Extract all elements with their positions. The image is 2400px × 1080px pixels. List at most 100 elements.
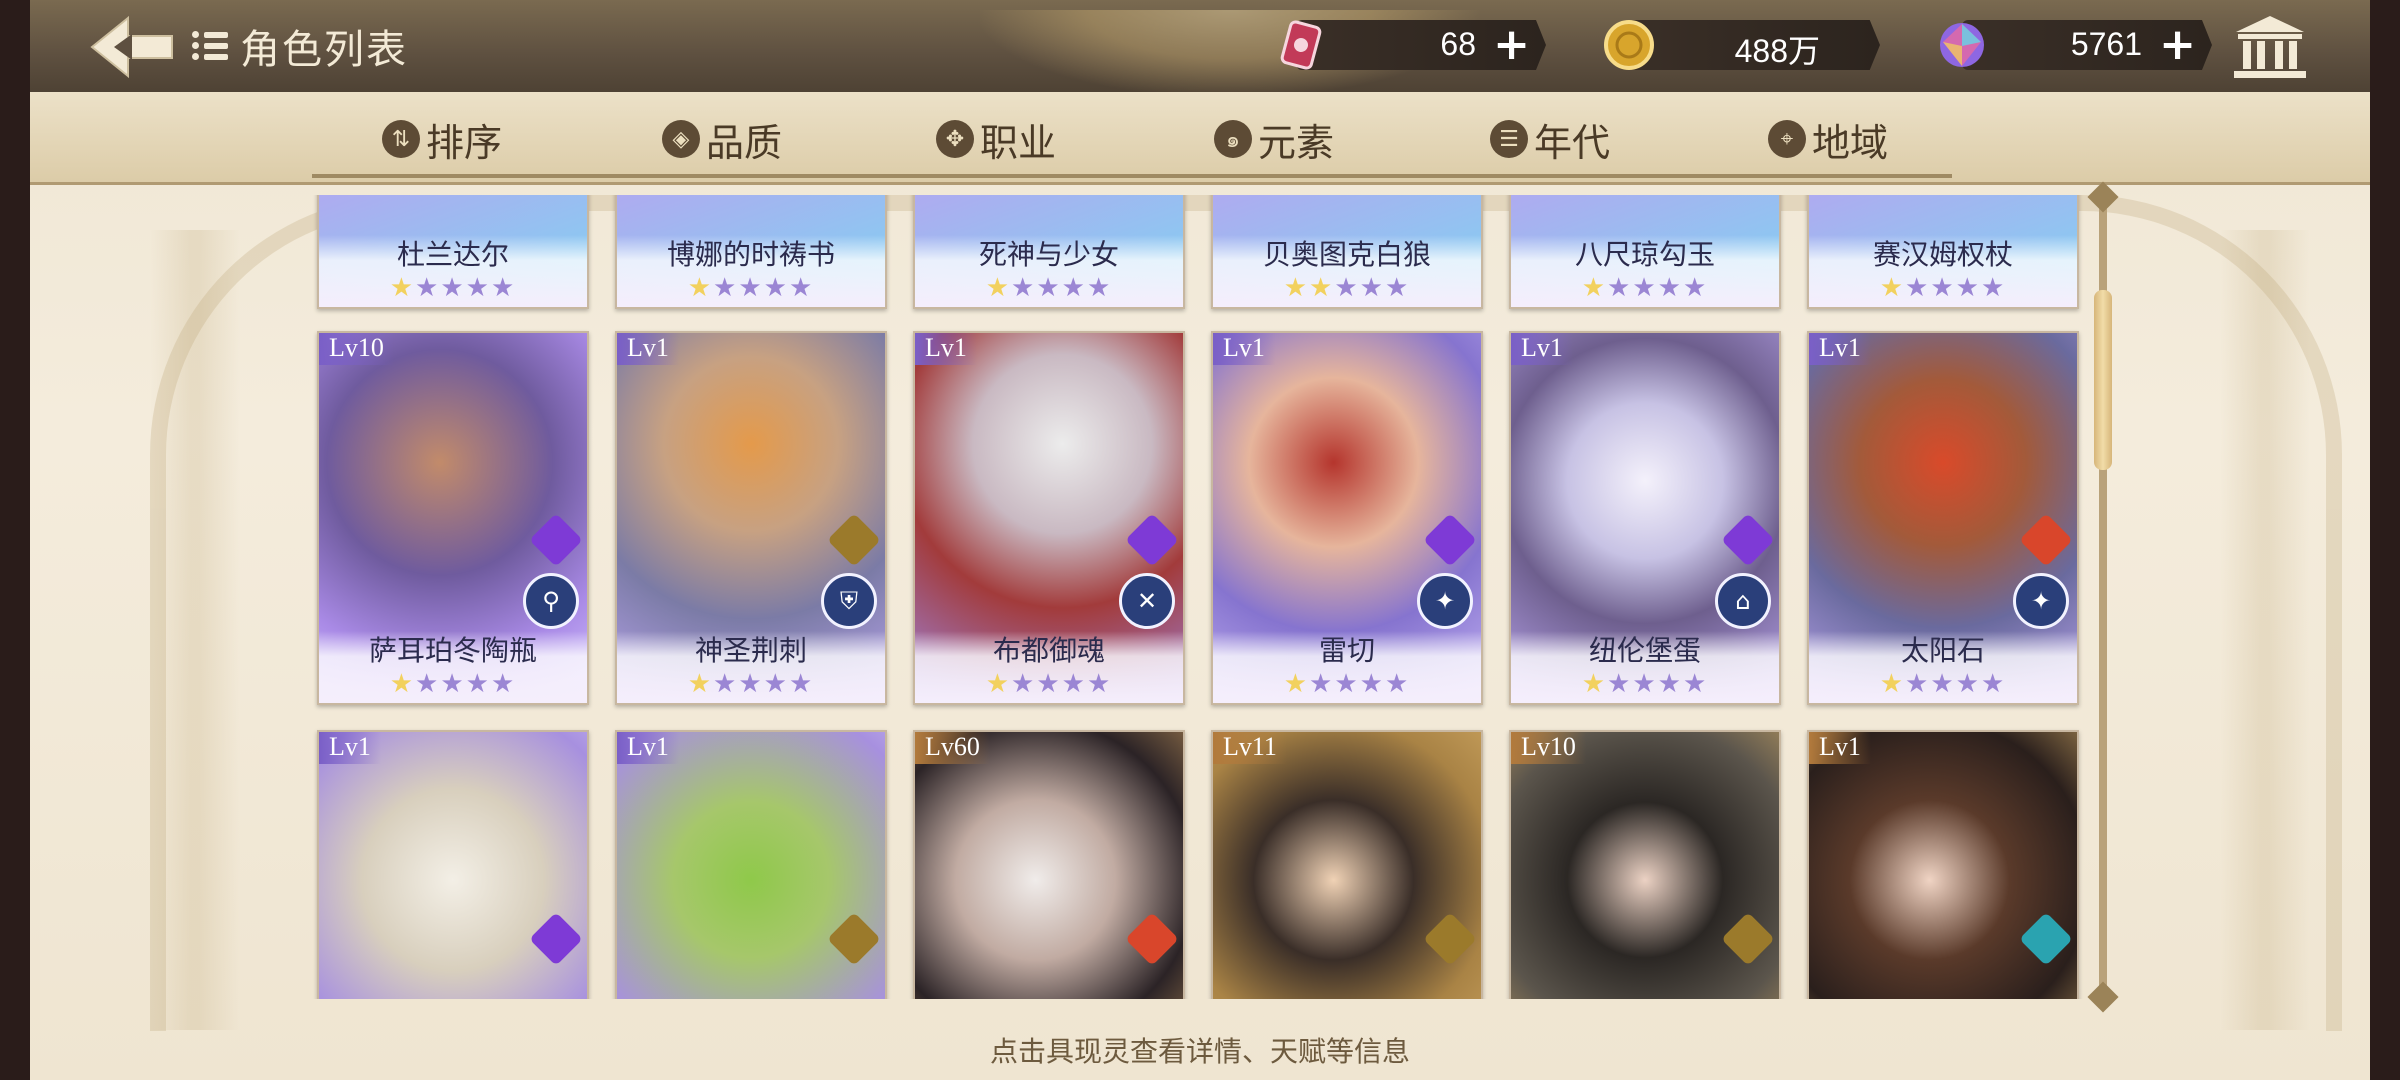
tab-label: 元素 (1258, 120, 1335, 165)
page-title: 角色列表 (240, 27, 408, 73)
star-rating: ★★★★★ (687, 669, 815, 699)
quality-icon: ◈ (662, 120, 700, 158)
level-badge: Lv10 (1511, 732, 1586, 764)
character-card[interactable]: Lv1 ✦ 太阳石 ★★★★★ (1807, 331, 2079, 705)
star-rating: ★★★★★ (1581, 669, 1709, 699)
character-card[interactable]: Lv1 ⌂ 纽伦堡蛋 ★★★★★ (1509, 331, 1781, 705)
tab-quality[interactable]: ◈ 品质 (662, 114, 783, 165)
level-badge: Lv60 (915, 732, 990, 764)
element-icon: ๑ (1214, 120, 1252, 158)
character-name: 布都御魂 (992, 634, 1105, 667)
level-badge: Lv1 (1809, 333, 1871, 365)
title-area: 角色列表 (192, 22, 408, 73)
star-rating: ★★★★★ (687, 273, 815, 303)
level-badge: Lv1 (319, 732, 381, 764)
character-grid[interactable]: 杜兰达尔 ★★★★★ 博娜的时祷书 ★★★★★ 死神与少女 ★★★★★ 贝奥图克… (305, 195, 2085, 999)
level-badge: Lv1 (915, 333, 977, 365)
character-card[interactable]: Lv1 (317, 730, 589, 999)
character-name: 太阳石 (1900, 634, 1985, 667)
character-card[interactable]: 赛汉姆权杖 ★★★★★ (1807, 195, 2079, 309)
level-badge: Lv10 (319, 333, 394, 365)
tab-label: 年代 (1534, 120, 1611, 165)
tab-label: 品质 (706, 120, 783, 165)
character-art (1809, 732, 2077, 999)
star-rating: ★★★★★ (389, 273, 517, 303)
tab-sort[interactable]: ⇅ 排序 (382, 114, 503, 165)
level-badge: Lv11 (1213, 732, 1287, 764)
character-card[interactable]: 八尺琼勾玉 ★★★★★ (1509, 195, 1781, 309)
decorative-pillar-left (150, 230, 240, 1030)
decorative-pillar-right (2220, 230, 2310, 1030)
list-icon (192, 29, 228, 63)
era-icon: ☰ (1490, 120, 1528, 158)
tab-label: 职业 (980, 120, 1057, 165)
character-card[interactable]: 杜兰达尔 ★★★★★ (317, 195, 589, 309)
character-name: 赛汉姆权杖 (1872, 238, 2013, 271)
class-icon: ✦ (1417, 573, 1473, 629)
star-rating: ★★★★★ (1283, 669, 1411, 699)
gold-counter: 488万 (1624, 20, 1880, 70)
scrollbar-thumb[interactable] (2094, 290, 2112, 470)
tab-location[interactable]: ⌖ 地域 (1768, 114, 1889, 165)
character-name: 雷切 (1318, 634, 1375, 667)
gem-add-button[interactable]: + (2159, 23, 2196, 67)
class-icon: ⚲ (523, 573, 579, 629)
tab-label: 地域 (1812, 120, 1889, 165)
location-icon: ⌖ (1768, 120, 1806, 158)
character-card[interactable]: 博娜的时祷书 ★★★★★ (615, 195, 887, 309)
character-card[interactable]: Lv1 ✕ 布都御魂 ★★★★★ (913, 331, 1185, 705)
character-card[interactable]: 贝奥图克白狼 ★★★★★ (1211, 195, 1483, 309)
character-art (1511, 732, 1779, 999)
filter-tab-bar (30, 92, 2370, 185)
tab-label: 排序 (426, 120, 503, 165)
museum-icon[interactable] (2232, 14, 2308, 80)
tab-divider (312, 174, 1952, 178)
stamina-counter: 68 + (1296, 20, 1546, 70)
class-icon: ✕ (1119, 573, 1175, 629)
level-badge: Lv1 (1809, 732, 1871, 764)
star-rating: ★★★★★ (1879, 273, 2007, 303)
class-icon: ✦ (2013, 573, 2069, 629)
character-card[interactable]: Lv10 (1509, 730, 1781, 999)
level-badge: Lv1 (1511, 333, 1573, 365)
character-art (1213, 732, 1481, 999)
character-card[interactable]: Lv1 ⛨ 神圣荆刺 ★★★★★ (615, 331, 887, 705)
gem-value: 5761 (2070, 26, 2142, 62)
star-rating: ★★★★★ (1581, 273, 1709, 303)
star-rating: ★★★★★ (985, 669, 1113, 699)
character-name: 博娜的时祷书 (666, 238, 835, 271)
star-rating: ★★★★★ (389, 669, 517, 699)
character-card[interactable]: Lv1 ✦ 雷切 ★★★★★ (1211, 331, 1483, 705)
level-badge: Lv1 (1213, 333, 1275, 365)
star-rating: ★★★★★ (985, 273, 1113, 303)
character-name: 萨耳珀冬陶瓶 (368, 634, 537, 667)
coin-icon (1604, 20, 1654, 70)
character-card[interactable]: Lv60 (913, 730, 1185, 999)
stamina-add-button[interactable]: + (1493, 23, 1530, 67)
star-rating: ★★★★★ (1283, 273, 1411, 303)
tab-profession[interactable]: ✥ 职业 (936, 114, 1057, 165)
character-name: 纽伦堡蛋 (1588, 634, 1701, 667)
character-card[interactable]: Lv10 ⚲ 萨耳珀冬陶瓶 ★★★★★ (317, 331, 589, 705)
character-art (617, 732, 885, 999)
character-art (915, 732, 1183, 999)
character-name: 死神与少女 (978, 238, 1119, 271)
character-name: 八尺琼勾玉 (1574, 238, 1715, 271)
crystal-icon (1940, 23, 1984, 67)
back-arrow-icon[interactable] (88, 14, 176, 80)
gem-counter: 5761 + (1962, 20, 2212, 70)
gold-value: 488万 (1734, 33, 1820, 69)
character-card[interactable]: Lv1 (615, 730, 887, 999)
character-card[interactable]: Lv11 (1211, 730, 1483, 999)
tab-era[interactable]: ☰ 年代 (1490, 114, 1611, 165)
stamina-value: 68 (1440, 26, 1476, 62)
level-badge: Lv1 (617, 333, 679, 365)
character-name: 杜兰达尔 (396, 238, 509, 271)
character-card[interactable]: Lv1 (1807, 730, 2079, 999)
character-name: 神圣荆刺 (694, 634, 807, 667)
class-icon: ⛨ (821, 573, 877, 629)
level-badge: Lv1 (617, 732, 679, 764)
character-card[interactable]: 死神与少女 ★★★★★ (913, 195, 1185, 309)
tab-element[interactable]: ๑ 元素 (1214, 114, 1335, 165)
profession-icon: ✥ (936, 120, 974, 158)
